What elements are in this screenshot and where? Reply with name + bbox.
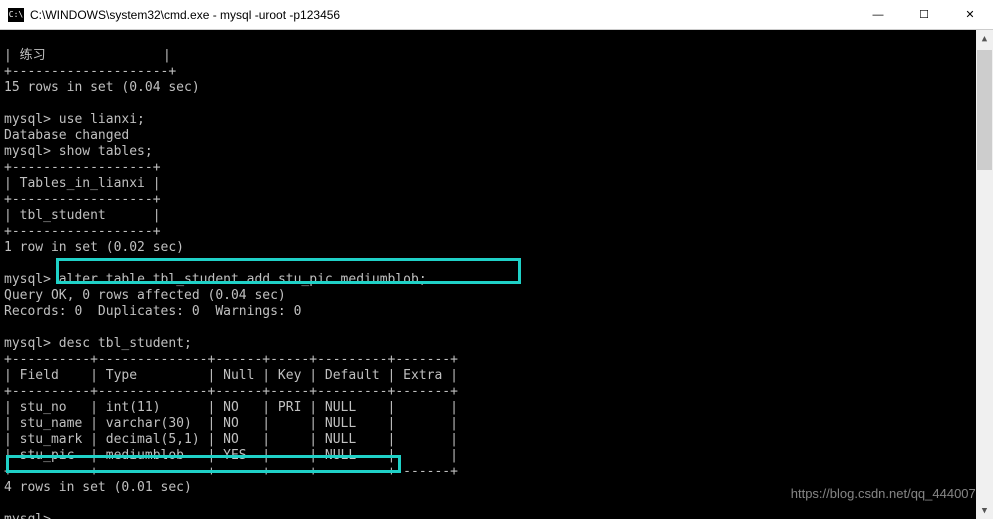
- mysql-prompt: mysql> use lianxi;: [4, 112, 145, 127]
- window-titlebar: C:\ C:\WINDOWS\system32\cmd.exe - mysql …: [0, 0, 993, 30]
- watermark-text: https://blog.csdn.net/qq_4440072: [791, 486, 983, 501]
- table-row: | 练习 |: [4, 48, 171, 63]
- cmd-icon: C:\: [8, 8, 24, 22]
- result-summary: 1 row in set (0.02 sec): [4, 240, 184, 255]
- scroll-up-icon[interactable]: ▲: [976, 30, 993, 47]
- table-row: | stu_mark | decimal(5,1) | NO | | NULL …: [4, 432, 458, 447]
- mysql-prompt: mysql> desc tbl_student;: [4, 336, 192, 351]
- window-controls: — ☐ ✕: [855, 0, 993, 29]
- alter-command: alter table tbl_student add stu_pic medi…: [59, 272, 427, 287]
- table-separator: +----------+--------------+------+-----+…: [4, 464, 458, 479]
- table-header: | Tables_in_lianxi |: [4, 176, 161, 191]
- status-text: Records: 0 Duplicates: 0 Warnings: 0: [4, 304, 301, 319]
- result-summary: 15 rows in set (0.04 sec): [4, 80, 200, 95]
- table-row-highlighted: | stu_pic | mediumblob | YES | | NULL | …: [4, 448, 458, 463]
- mysql-prompt-prefix: mysql>: [4, 272, 59, 287]
- terminal-output[interactable]: | 练习 | +--------------------+ 15 rows in…: [0, 30, 993, 519]
- table-separator: +--------------------+: [4, 64, 176, 79]
- mysql-prompt: mysql>: [4, 512, 59, 519]
- table-separator: +------------------+: [4, 160, 161, 175]
- scroll-down-icon[interactable]: ▼: [976, 502, 993, 519]
- table-header: | Field | Type | Null | Key | Default | …: [4, 368, 458, 383]
- table-separator: +----------+--------------+------+-----+…: [4, 352, 458, 367]
- table-row: | stu_no | int(11) | NO | PRI | NULL | |: [4, 400, 458, 415]
- close-button[interactable]: ✕: [947, 0, 993, 29]
- minimize-button[interactable]: —: [855, 0, 901, 29]
- table-row: | tbl_student |: [4, 208, 161, 223]
- table-separator: +------------------+: [4, 224, 161, 239]
- status-text: Database changed: [4, 128, 129, 143]
- mysql-prompt: mysql> show tables;: [4, 144, 153, 159]
- table-separator: +----------+--------------+------+-----+…: [4, 384, 458, 399]
- table-row: | stu_name | varchar(30) | NO | | NULL |…: [4, 416, 458, 431]
- status-text: Query OK, 0 rows affected (0.04 sec): [4, 288, 286, 303]
- maximize-button[interactable]: ☐: [901, 0, 947, 29]
- window-title: C:\WINDOWS\system32\cmd.exe - mysql -uro…: [30, 8, 855, 22]
- scrollbar-vertical[interactable]: ▲ ▼: [976, 30, 993, 519]
- result-summary: 4 rows in set (0.01 sec): [4, 480, 192, 495]
- table-separator: +------------------+: [4, 192, 161, 207]
- scroll-thumb[interactable]: [977, 50, 992, 170]
